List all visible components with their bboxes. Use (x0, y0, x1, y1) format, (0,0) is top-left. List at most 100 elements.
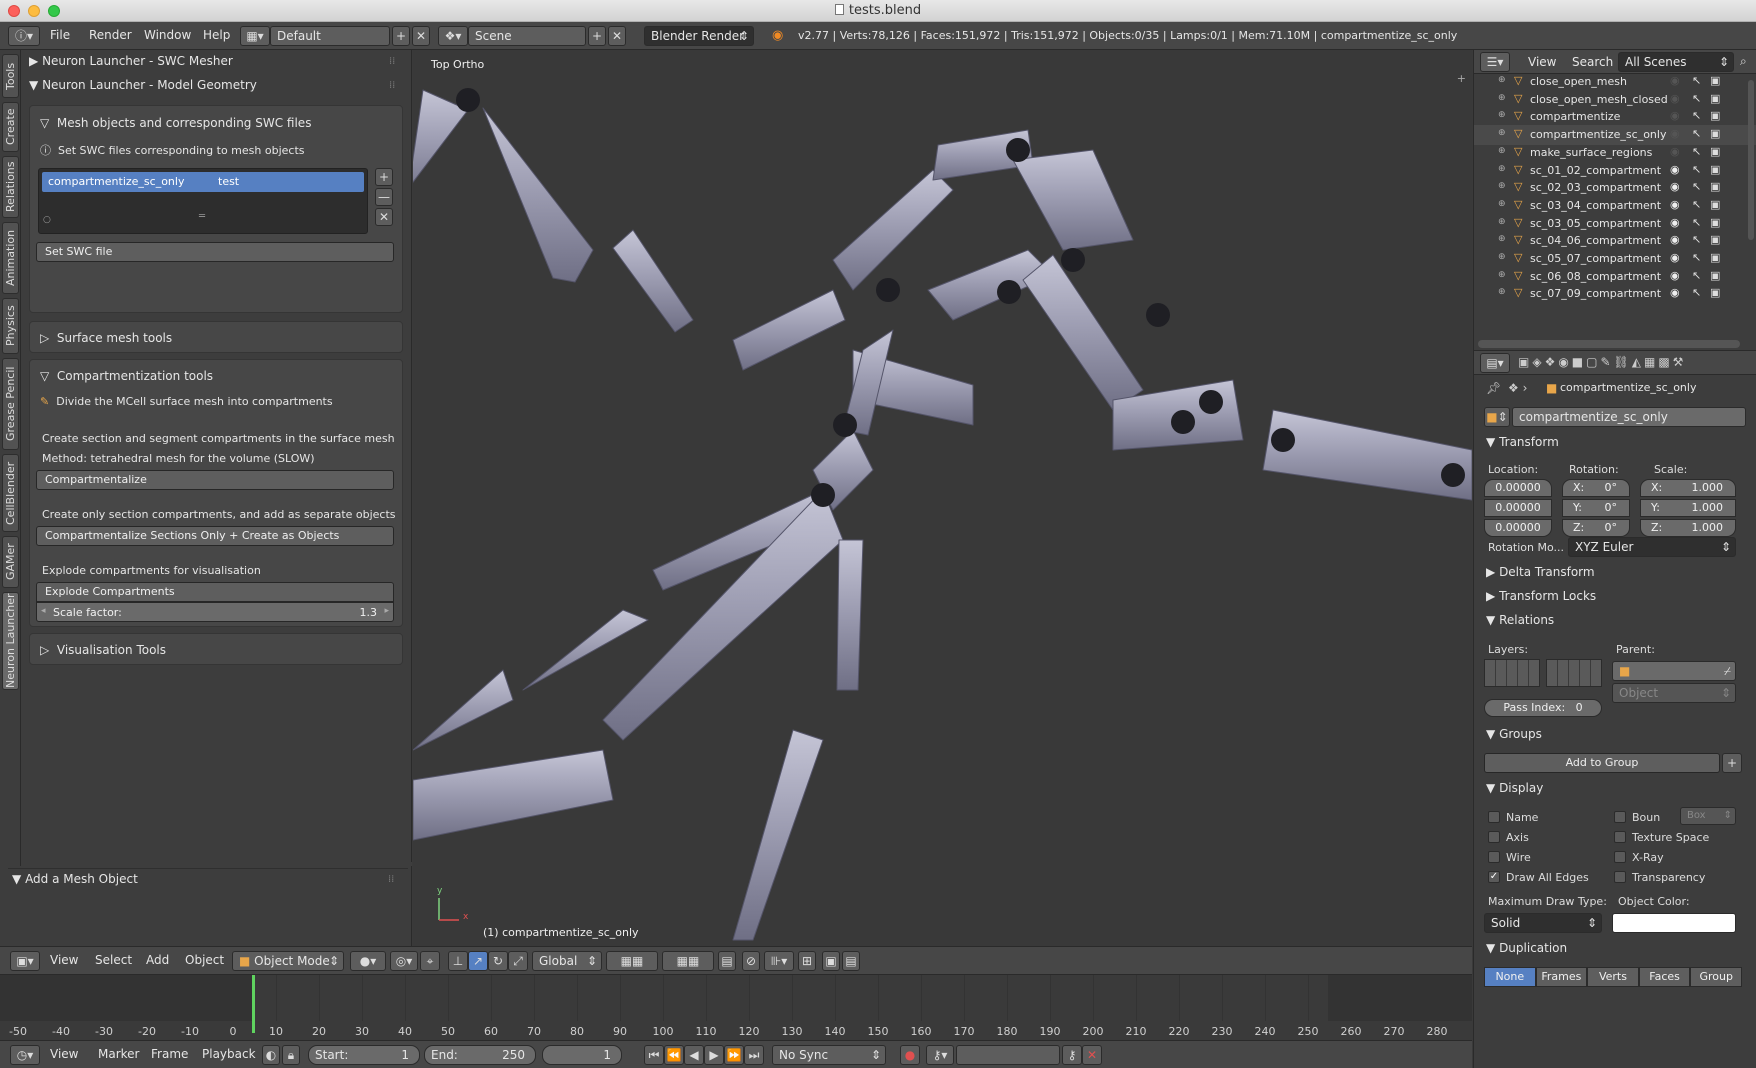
location-field[interactable]: 0.00000 (1484, 499, 1552, 517)
jump-keyframe-forward-icon[interactable]: ⏩ (724, 1045, 744, 1065)
menu-view[interactable]: View (1528, 55, 1556, 69)
set-swc-file-button[interactable]: Set SWC file (36, 242, 394, 262)
rotation-mode-select[interactable]: XYZ Euler ⇕ (1568, 537, 1736, 557)
editor-type-icon[interactable]: ☰▾ (1480, 52, 1510, 72)
renderable-camera-icon[interactable]: ▣ (1710, 109, 1720, 122)
operator-add-mesh-header[interactable]: ▼ Add a Mesh Object (12, 872, 138, 886)
keying-set-icon[interactable]: ⚷▾ (926, 1045, 954, 1065)
mesh-segment[interactable] (482, 107, 594, 283)
expand-icon[interactable]: ⊕ (1498, 217, 1506, 227)
expand-icon[interactable]: ⊕ (1498, 128, 1506, 138)
outliner-horizontal-scrollbar[interactable] (1478, 340, 1740, 348)
show-wire-checkbox[interactable] (1488, 851, 1500, 863)
remove-item-icon[interactable]: — (375, 188, 393, 206)
jump-end-icon[interactable]: ⏭ (744, 1045, 764, 1065)
panel-swc-mesher-header[interactable]: ▶ Neuron Launcher - SWC Mesher (29, 54, 233, 68)
selectable-cursor-icon[interactable]: ↖ (1692, 251, 1701, 264)
menu-select[interactable]: Select (95, 953, 132, 967)
expand-icon[interactable]: ⊕ (1498, 146, 1506, 156)
snap-element-icon[interactable]: ⊪▾ (764, 951, 794, 971)
panel-model-geometry-header[interactable]: ▼ Neuron Launcher - Model Geometry (29, 78, 257, 92)
selectable-cursor-icon[interactable]: ↖ (1692, 163, 1701, 176)
visibility-eye-icon[interactable]: ◉ (1670, 216, 1680, 229)
parent-type-select[interactable]: Object ⇕ (1612, 683, 1736, 703)
sync-mode-select[interactable]: No Sync ⇕ (772, 1045, 886, 1065)
renderable-camera-icon[interactable]: ▣ (1710, 269, 1720, 282)
xray-checkbox[interactable] (1614, 851, 1626, 863)
clear-list-icon[interactable]: ✕ (375, 208, 393, 226)
manipulator-toggle-icon[interactable]: ⌖ (420, 951, 440, 971)
delta-transform-panel-header[interactable]: ▶ Delta Transform (1486, 565, 1595, 579)
delete-keyframe-icon[interactable]: ✕ (1082, 1045, 1102, 1065)
search-icon[interactable]: ⌕ (1740, 54, 1747, 69)
expand-icon[interactable]: ⊕ (1498, 199, 1506, 209)
visibility-eye-icon[interactable]: ◉ (1670, 109, 1680, 122)
expand-icon[interactable]: ⊕ (1498, 93, 1506, 103)
snap-toggle-icon[interactable]: ⊞ (798, 951, 816, 971)
visibility-eye-icon[interactable]: ◉ (1670, 233, 1680, 246)
mesh-segment[interactable] (413, 669, 514, 751)
mesh-objects-header[interactable]: ▽ Mesh objects and corresponding SWC fil… (40, 116, 311, 130)
remove-layout-icon[interactable]: ✕ (412, 26, 430, 46)
duplication-option[interactable]: Frames (1535, 967, 1588, 987)
selectable-cursor-icon[interactable]: ↖ (1692, 233, 1701, 246)
editor-type-icon[interactable]: ⓘ▾ (8, 26, 40, 46)
insert-keyframe-icon[interactable]: ⚷ (1062, 1045, 1082, 1065)
selectable-cursor-icon[interactable]: ↖ (1692, 92, 1701, 105)
mesh-segment[interactable] (732, 729, 824, 941)
visibility-eye-icon[interactable]: ◉ (1670, 127, 1680, 140)
scale-field[interactable]: X: 1.000 (1640, 479, 1736, 497)
tab-relations[interactable]: Relations (2, 156, 19, 218)
menu-playback[interactable]: Playback (202, 1047, 256, 1061)
list-item[interactable]: compartmentize_sc_only test (42, 172, 364, 192)
expand-icon[interactable]: ⊕ (1498, 164, 1506, 174)
keying-set-field[interactable] (956, 1045, 1060, 1065)
selectable-cursor-icon[interactable]: ↖ (1692, 216, 1701, 229)
3d-viewport[interactable]: Top Ortho + y x (1) compartmentize_sc_on… (413, 50, 1472, 946)
rotation-field[interactable]: Y: 0° (1562, 499, 1630, 517)
duplication-option[interactable]: Group (1690, 967, 1742, 987)
visibility-eye-icon[interactable]: ◉ (1670, 92, 1680, 105)
transform-panel-header[interactable]: ▼ Transform (1486, 435, 1559, 449)
properties-context-tabs[interactable]: ▣◈❖◉■▢✎⛓◭▦▩⚒ (1518, 355, 1686, 369)
duplication-option[interactable]: None (1484, 967, 1536, 987)
visibility-eye-icon[interactable]: ◉ (1670, 286, 1680, 299)
rotation-field[interactable]: X: 0° (1562, 479, 1630, 497)
scale-field[interactable]: Y: 1.000 (1640, 499, 1736, 517)
pass-index-field[interactable]: Pass Index: 0 (1484, 699, 1602, 717)
add-group-icon[interactable]: + (1722, 753, 1742, 773)
selectable-cursor-icon[interactable]: ↖ (1692, 127, 1701, 140)
current-frame-field[interactable]: 1 (542, 1045, 622, 1065)
add-scene-icon[interactable]: + (588, 26, 606, 46)
display-panel-header[interactable]: ▼ Display (1486, 781, 1543, 795)
mesh-segment[interactable] (413, 749, 614, 841)
relations-panel-header[interactable]: ▼ Relations (1486, 613, 1554, 627)
menu-file[interactable]: File (50, 28, 70, 42)
expand-icon[interactable]: ⊕ (1498, 181, 1506, 191)
renderable-camera-icon[interactable]: ▣ (1710, 233, 1720, 246)
tab-neuron-launcher[interactable]: Neuron Launcher (2, 592, 19, 690)
object-browse-icon[interactable]: ■⇕ (1484, 407, 1510, 427)
compartmentalize-sections-button[interactable]: Compartmentalize Sections Only + Create … (36, 526, 394, 546)
play-reverse-icon[interactable]: ◀ (684, 1045, 704, 1065)
visibility-eye-icon[interactable]: ◉ (1670, 163, 1680, 176)
timeline-grid[interactable] (0, 975, 1472, 1033)
eyedropper-icon[interactable]: ⌿ (1724, 662, 1731, 680)
proportional-edit-icon[interactable]: ⊘ (742, 951, 760, 971)
menu-window[interactable]: Window (144, 28, 191, 42)
visibility-eye-icon[interactable]: ◉ (1670, 251, 1680, 264)
visibility-eye-icon[interactable]: ◉ (1670, 269, 1680, 282)
renderable-camera-icon[interactable]: ▣ (1710, 145, 1720, 158)
tab-physics[interactable]: Physics (2, 298, 19, 354)
list-filter-icon[interactable]: ○ (43, 215, 51, 225)
menu-marker[interactable]: Marker (98, 1047, 139, 1061)
pivot-point-icon[interactable]: ◎▾ (390, 951, 418, 971)
show-name-checkbox[interactable] (1488, 811, 1500, 823)
renderable-camera-icon[interactable]: ▣ (1710, 251, 1720, 264)
layer-grid-right[interactable] (1546, 659, 1602, 687)
menu-object[interactable]: Object (185, 953, 224, 967)
mesh-segment[interactable] (836, 539, 864, 691)
surface-mesh-tools-header[interactable]: ▷ Surface mesh tools (40, 331, 172, 345)
renderable-camera-icon[interactable]: ▣ (1710, 216, 1720, 229)
tab-create[interactable]: Create (2, 102, 19, 152)
